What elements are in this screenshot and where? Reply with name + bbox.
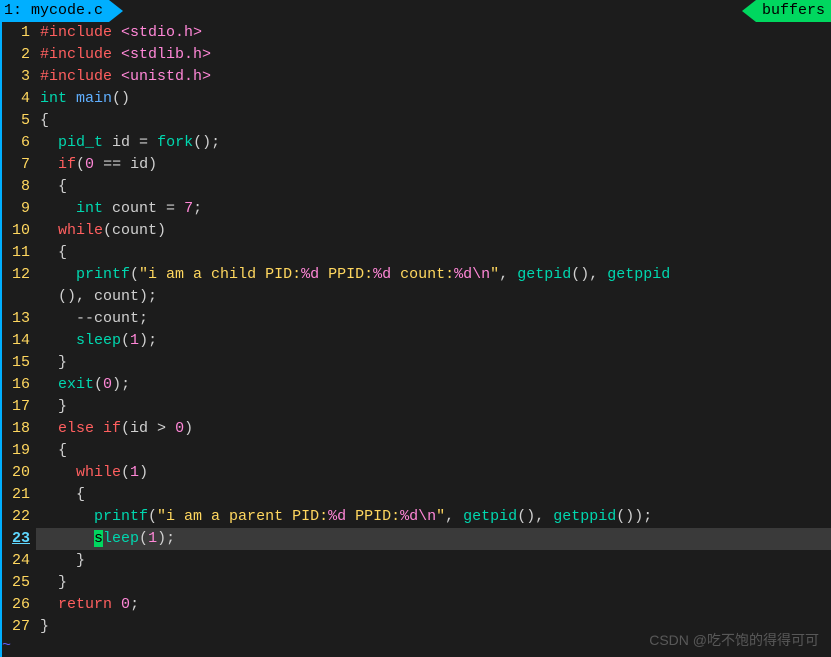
code-line[interactable]: int count = 7; — [36, 198, 831, 220]
line-number: 24 — [2, 550, 30, 572]
code-line[interactable]: { — [36, 440, 831, 462]
line-number: 15 — [2, 352, 30, 374]
line-number: 14 — [2, 330, 30, 352]
code-line[interactable]: } — [36, 550, 831, 572]
line-number: 17 — [2, 396, 30, 418]
line-number: 1 — [2, 22, 30, 44]
tab-current-file[interactable]: 1: mycode.c — [0, 0, 109, 22]
line-number-gutter: 1234567891011121314151617181920212223242… — [2, 22, 36, 657]
line-number: 12 — [2, 264, 30, 286]
line-number: 3 — [2, 66, 30, 88]
code-line[interactable]: while(1) — [36, 462, 831, 484]
tab-bar: 1: mycode.c buffers — [0, 0, 831, 22]
code-line[interactable]: else if(id > 0) — [36, 418, 831, 440]
tab-index: 1: — [4, 0, 22, 22]
code-line[interactable]: printf("i am a child PID:%d PPID:%d coun… — [36, 264, 831, 286]
line-number: 22 — [2, 506, 30, 528]
code-line[interactable]: while(count) — [36, 220, 831, 242]
line-number: 8 — [2, 176, 30, 198]
line-number: 4 — [2, 88, 30, 110]
code-line[interactable]: sleep(1); — [36, 528, 831, 550]
line-number: 9 — [2, 198, 30, 220]
line-number: 11 — [2, 242, 30, 264]
line-number: 21 — [2, 484, 30, 506]
code-line[interactable]: exit(0); — [36, 374, 831, 396]
code-line[interactable]: { — [36, 484, 831, 506]
code-line[interactable]: #include <stdlib.h> — [36, 44, 831, 66]
code-line[interactable]: #include <stdio.h> — [36, 22, 831, 44]
line-number: 18 — [2, 418, 30, 440]
buffers-label: buffers — [762, 0, 825, 22]
line-number: 23 — [2, 528, 30, 550]
code-line[interactable]: { — [36, 242, 831, 264]
code-line[interactable]: (), count); — [36, 286, 831, 308]
line-number: 13 — [2, 308, 30, 330]
code-line[interactable]: int main() — [36, 88, 831, 110]
line-number: 6 — [2, 132, 30, 154]
code-line[interactable]: { — [36, 176, 831, 198]
code-line[interactable]: } — [36, 572, 831, 594]
code-line[interactable]: printf("i am a parent PID:%d PPID:%d\n",… — [36, 506, 831, 528]
code-line[interactable]: #include <unistd.h> — [36, 66, 831, 88]
line-number: 2 — [2, 44, 30, 66]
code-line[interactable]: } — [36, 616, 831, 638]
buffers-indicator[interactable]: buffers — [756, 0, 831, 22]
line-number: 5 — [2, 110, 30, 132]
code-line[interactable]: } — [36, 352, 831, 374]
code-line[interactable]: --count; — [36, 308, 831, 330]
code-editor[interactable]: 1234567891011121314151617181920212223242… — [0, 22, 831, 657]
code-area[interactable]: #include <stdio.h>#include <stdlib.h>#in… — [36, 22, 831, 657]
code-line[interactable]: return 0; — [36, 594, 831, 616]
text-cursor: s — [94, 530, 103, 547]
line-number: 19 — [2, 440, 30, 462]
line-number: 16 — [2, 374, 30, 396]
line-number: 25 — [2, 572, 30, 594]
line-number: 10 — [2, 220, 30, 242]
tab-filename: mycode.c — [31, 0, 103, 22]
code-line[interactable]: if(0 == id) — [36, 154, 831, 176]
line-number: 20 — [2, 462, 30, 484]
code-line[interactable]: sleep(1); — [36, 330, 831, 352]
line-number: 26 — [2, 594, 30, 616]
code-line[interactable]: { — [36, 110, 831, 132]
empty-line-marker: ~ — [0, 635, 11, 657]
code-line[interactable]: pid_t id = fork(); — [36, 132, 831, 154]
code-line[interactable]: } — [36, 396, 831, 418]
line-number: 7 — [2, 154, 30, 176]
line-number — [2, 286, 30, 308]
